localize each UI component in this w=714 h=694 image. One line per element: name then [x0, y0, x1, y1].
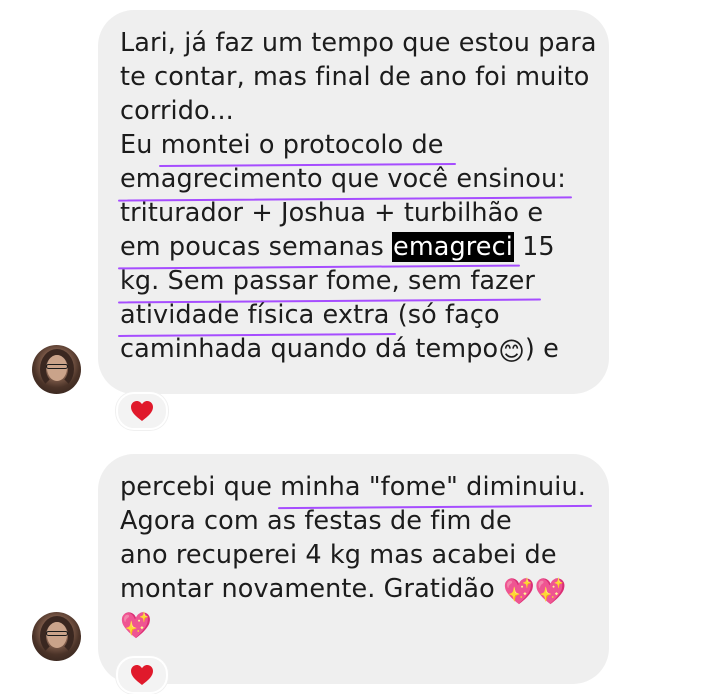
smile-emoji-icon: 😊	[498, 337, 525, 367]
sparkling-heart-icon: 💖💖	[503, 577, 567, 607]
message-text-segment: 15	[513, 232, 555, 262]
underlined-text: atividade física extra	[120, 300, 390, 330]
message-text-segment: montar novamente. Gratidão	[120, 574, 504, 604]
message-text-segment: caminhada quando dá tempo	[120, 334, 499, 364]
sender-avatar[interactable]	[32, 345, 81, 394]
message-text-line: Agora com as festas de fim de	[120, 506, 512, 536]
highlighted-text: emagreci	[392, 232, 514, 262]
sender-avatar[interactable]	[32, 612, 81, 661]
message-bubble[interactable]: Lari, já faz um tempo que estou para te …	[98, 10, 609, 394]
underlined-text: kg. Sem passar fome, sem fazer	[120, 266, 535, 296]
underlined-text: minha "fome" diminuiu.	[280, 472, 586, 502]
message-text-line: percebi que minha "fome" diminuiu.	[120, 470, 587, 504]
underlined-text: montei o protocolo de	[160, 130, 444, 160]
avatar-glasses	[46, 631, 68, 636]
message-text-line: ano recuperei 4 kg mas acabei de	[120, 540, 557, 570]
message-text-line: kg. Sem passar fome, sem fazer	[120, 264, 587, 298]
underlined-text: em poucas semanas emagreci	[120, 230, 514, 264]
heart-icon	[131, 665, 153, 685]
message-text-line: montar novamente. Gratidão 💖💖	[120, 572, 587, 607]
message-text-segment: ) e	[524, 334, 559, 364]
message-text-line: triturador + Joshua + turbilhão e	[120, 198, 544, 228]
message-text-line: te contar, mas final de ano foi muito	[120, 62, 590, 92]
message-text-segment: (só faço	[389, 300, 500, 330]
message-bubble[interactable]: percebi que minha "fome" diminuiu. Agora…	[98, 454, 609, 684]
heart-reaction[interactable]	[116, 656, 168, 694]
underlined-text: emagrecimento que você ensinou:	[120, 164, 566, 194]
message-text-line: corrido...	[120, 96, 234, 126]
avatar-glasses	[46, 364, 68, 369]
message-text-line: caminhada quando dá tempo😊) e	[120, 332, 587, 367]
message-text-line: atividade física extra (só faço	[120, 298, 587, 332]
message-text-line: Eu montei o protocolo de	[120, 128, 587, 162]
message-text-line: emagrecimento que você ensinou:	[120, 162, 587, 196]
message-text-line: Lari, já faz um tempo que estou para	[120, 28, 597, 58]
sparkling-heart-icon: 💖	[120, 611, 152, 641]
message-text-segment: percebi que	[120, 472, 281, 502]
heart-icon	[131, 401, 153, 421]
message-text-line: 💖	[120, 606, 587, 641]
message-text-segment: em poucas semanas	[120, 232, 393, 262]
message-text-line: em poucas semanas emagreci 15	[120, 230, 587, 264]
heart-reaction[interactable]	[116, 392, 168, 430]
message-text-segment: Eu	[120, 130, 161, 160]
